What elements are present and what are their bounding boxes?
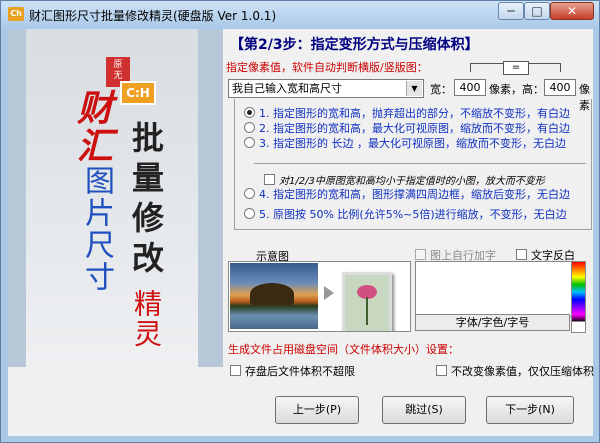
preview-image	[228, 261, 411, 332]
banner-text-batch-modify: 批量修改	[127, 121, 165, 281]
link-bracket-left	[470, 63, 503, 72]
next-step-button[interactable]: 下一步(N)	[486, 396, 574, 424]
option-3-label: 3. 指定图形的 长边 ，最大化可视原图，缩放而不变形，无白边	[259, 137, 566, 150]
width-label: 宽：	[430, 83, 452, 96]
radio-option-2[interactable]	[244, 122, 255, 133]
banner-text-wizard: 精灵	[130, 289, 163, 349]
minimize-button[interactable]: ─	[498, 2, 524, 20]
radio-option-1[interactable]	[244, 107, 255, 118]
small-image-frame-top	[254, 163, 586, 164]
custom-text-area[interactable]	[415, 261, 572, 317]
option-1-label: 1. 指定图形的宽和高，抛弃超出的部分，不缩放不变形，有白边	[259, 107, 570, 120]
no-larger-checkbox[interactable]	[230, 365, 241, 376]
arrow-right-icon	[324, 286, 334, 300]
no-larger-label: 存盘后文件体积不超限	[245, 365, 355, 378]
logo-line-1: 原	[113, 60, 123, 70]
options-group-border-right	[591, 99, 592, 229]
option-1[interactable]: 1. 指定图形的宽和高，抛弃超出的部分，不缩放不变形，有白边	[244, 105, 570, 121]
option-4-label: 4. 指定图形的宽和高，图形撑满四周边框，缩放后变形，无白边	[259, 188, 570, 201]
step-subtitle: 指定像素值，软件自动判断横版/竖版图：	[226, 61, 428, 74]
original-image-thumbnail	[230, 263, 318, 329]
title-bar[interactable]: Ch 财汇图形尺寸批量修改精灵(硬盘版 Ver 1.0.1) ─ □ ✕	[1, 1, 599, 29]
keep-pixels-label: 不改变像素值，仅仅压缩体积	[451, 365, 594, 378]
color-palette[interactable]	[571, 261, 586, 323]
small-image-enlarge-option[interactable]: 对1/2/3中原图宽和高均小于指定值时的小图，放大而不变形	[264, 172, 545, 187]
keep-pixels-option[interactable]: 不改变像素值，仅仅压缩体积	[436, 363, 594, 379]
option-2[interactable]: 2. 指定图形的宽和高，最大化可视原图，缩放而不变形，有白边	[244, 120, 570, 136]
close-button[interactable]: ✕	[550, 2, 594, 20]
keep-pixels-checkbox[interactable]	[436, 365, 447, 376]
banner-text-caihui: 财汇	[71, 89, 113, 165]
previous-step-button[interactable]: 上一步(P)	[275, 396, 359, 424]
radio-option-5[interactable]	[244, 208, 255, 219]
options-group-border-left	[234, 99, 235, 229]
ch-logo-badge: C:H	[120, 81, 156, 105]
font-settings-button[interactable]: 字体/字色/字号	[415, 314, 570, 331]
disk-size-label: 生成文件占用磁盘空间（文件体积大小）设置：	[228, 343, 459, 356]
flower-stem	[366, 297, 368, 325]
app-window: Ch 财汇图形尺寸批量修改精灵(硬盘版 Ver 1.0.1) ─ □ ✕ 原 无…	[0, 0, 600, 443]
maximize-button[interactable]: □	[524, 2, 550, 20]
app-icon: Ch	[8, 7, 24, 21]
banner-text-image-size: 图片尺寸	[79, 165, 114, 293]
equal-size-button[interactable]: =	[503, 61, 529, 75]
height-input[interactable]: 400	[544, 79, 576, 96]
radio-option-4[interactable]	[244, 188, 255, 199]
chevron-down-icon[interactable]: ▼	[406, 81, 422, 96]
text-invert-checkbox[interactable]	[516, 249, 527, 260]
small-image-checkbox[interactable]	[264, 174, 275, 185]
result-image-thumbnail	[342, 272, 392, 331]
option-4[interactable]: 4. 指定图形的宽和高，图形撑满四周边框，缩放后变形，无白边	[244, 186, 570, 202]
window-title: 财汇图形尺寸批量修改精灵(硬盘版 Ver 1.0.1)	[29, 9, 277, 23]
no-larger-option[interactable]: 存盘后文件体积不超限	[230, 363, 355, 379]
product-banner: 原 无 C:H 财汇 图片尺寸 批量修改 精灵	[8, 29, 223, 367]
option-3[interactable]: 3. 指定图形的 长边 ，最大化可视原图，缩放而不变形，无白边	[244, 135, 566, 151]
options-group-border-bottom	[234, 229, 592, 230]
wizard-client-area: 原 无 C:H 财汇 图片尺寸 批量修改 精灵 【第2/3步：指定变形方式与压缩…	[8, 29, 594, 436]
option-5-label: 5. 原图按 50% 比例(允许5%~5倍)进行缩放，不变形，无白边	[259, 208, 567, 221]
step-title: 【第2/3步：指定变形方式与压缩体积】	[230, 37, 479, 53]
pixel-height-label: 像素，高：	[489, 83, 544, 96]
size-mode-value: 我自己输入宽和高尺寸	[232, 82, 342, 95]
width-input[interactable]: 400	[454, 79, 486, 96]
add-text-checkbox[interactable]	[415, 249, 426, 260]
radio-option-3[interactable]	[244, 137, 255, 148]
option-5[interactable]: 5. 原图按 50% 比例(允许5%~5倍)进行缩放，不变形，无白边	[244, 206, 567, 222]
size-mode-select[interactable]: 我自己输入宽和高尺寸 ▼	[228, 79, 424, 98]
color-swatch[interactable]	[571, 321, 586, 333]
link-bracket-right	[528, 63, 561, 72]
skip-button[interactable]: 跳过(S)	[382, 396, 466, 424]
option-2-label: 2. 指定图形的宽和高，最大化可视原图，缩放而不变形，有白边	[259, 122, 570, 135]
tree-silhouette	[250, 283, 294, 305]
